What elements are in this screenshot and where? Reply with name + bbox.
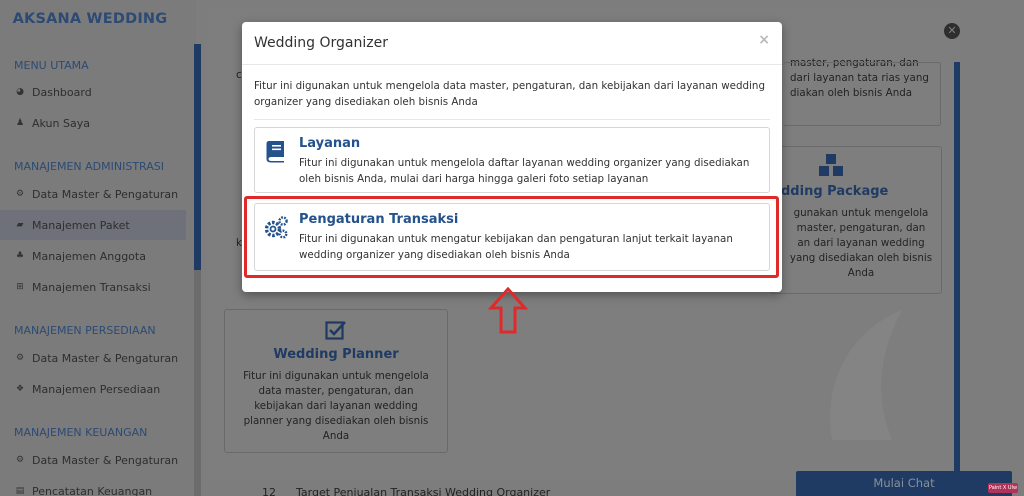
- bg-card-top-right[interactable]: [783, 62, 941, 126]
- sidebar-item-manajemen-paket[interactable]: ▰ Manajemen Paket: [0, 210, 186, 240]
- option-title: Layanan: [299, 136, 361, 151]
- sidebar-item-data-master-keuangan[interactable]: ⚙ Data Master & Pengaturan: [0, 445, 186, 475]
- sidebar-item-label: Pencatatan Keuangan: [32, 484, 153, 496]
- close-icon[interactable]: ✕: [944, 23, 960, 39]
- section-title-persediaan: MANAJEMEN PERSEDIAAN: [14, 324, 156, 337]
- sidebar-item-manajemen-transaksi[interactable]: ⊞ Manajemen Transaksi: [0, 272, 186, 302]
- modal-close-button[interactable]: ×: [758, 32, 770, 48]
- dashboard-icon: ◕: [16, 87, 24, 97]
- option-layanan[interactable]: Layanan Fitur ini digunakan untuk mengel…: [254, 127, 770, 193]
- cogs-icon: ⚙: [15, 353, 25, 363]
- sidebar-divider: [194, 44, 201, 270]
- book-icon: [266, 141, 284, 163]
- table-row-text: Target Penjualan Transaksi Wedding Organ…: [296, 486, 551, 496]
- sidebar-item-label: Data Master & Pengaturan: [32, 453, 179, 467]
- wedding-planner-card[interactable]: Wedding Planner Fitur ini digunakan untu…: [224, 309, 448, 453]
- cubes-icon: [819, 154, 843, 176]
- table-row-number: 12: [262, 486, 276, 496]
- section-title-keuangan: MANAJEMEN KEUANGAN: [14, 426, 148, 439]
- sidebar-item-label: Manajemen Paket: [32, 218, 130, 232]
- cart-icon: ⊞: [16, 282, 24, 292]
- sidebar-item-data-master[interactable]: ⚙ Data Master & Pengaturan: [0, 179, 186, 209]
- sidebar-item-manajemen-persediaan[interactable]: ❖ Manajemen Persediaan: [0, 374, 186, 404]
- mulai-chat-button[interactable]: Mulai Chat: [796, 471, 1012, 496]
- card-title: Wedding Planner: [273, 347, 399, 362]
- checklist-icon: [325, 321, 346, 340]
- sidebar-item-akun-saya[interactable]: ♟ Akun Saya: [0, 108, 186, 138]
- sidebar: AKSANA WEDDING MENU UTAMA ◕ Dashboard ♟ …: [0, 0, 196, 496]
- sidebar-item-label: Manajemen Persediaan: [32, 382, 161, 396]
- watermark-graphic: [830, 310, 902, 440]
- card-desc: gunakan untuk mengelola master, pengatur…: [789, 207, 933, 279]
- modal-title: Wedding Organizer: [254, 35, 388, 51]
- extension-tag[interactable]: Paint X Ulw: [988, 483, 1018, 493]
- card-title: dding Package: [781, 184, 889, 199]
- sidebar-item-label: Dashboard: [32, 85, 92, 99]
- option-desc: Fitur ini digunakan untuk mengelola daft…: [299, 157, 750, 185]
- sidebar-item-data-master-persediaan[interactable]: ⚙ Data Master & Pengaturan: [0, 343, 186, 373]
- card-desc: Fitur ini digunakan untuk mengelola data…: [243, 370, 429, 442]
- section-title-administrasi: MANAJEMEN ADMINISTRASI: [14, 160, 164, 173]
- sidebar-item-label: Data Master & Pengaturan: [32, 351, 179, 365]
- sidebar-item-label: Manajemen Anggota: [32, 249, 146, 263]
- sidebar-item-dashboard[interactable]: ◕ Dashboard: [0, 77, 186, 107]
- ledger-icon: ▤: [15, 486, 25, 496]
- brand-title: AKSANA WEDDING: [12, 11, 168, 27]
- content-scroll-strip: [954, 62, 960, 472]
- modal-intro: Fitur ini digunakan untuk mengelola data…: [254, 80, 765, 108]
- cogs-icon: ⚙: [15, 189, 25, 199]
- wedding-package-card[interactable]: dding Package gunakan untuk mengelola ma…: [770, 146, 942, 294]
- section-title-menu-utama: MENU UTAMA: [14, 59, 89, 72]
- users-icon: ♣: [15, 251, 25, 261]
- sidebar-item-manajemen-anggota[interactable]: ♣ Manajemen Anggota: [0, 241, 186, 271]
- highlight-box: [244, 196, 779, 278]
- cogs-icon: ⚙: [15, 455, 25, 465]
- arrow-up-icon: [488, 287, 528, 334]
- sidebar-divider-lower: [194, 270, 201, 496]
- sidebar-item-label: Manajemen Transaksi: [32, 280, 151, 294]
- book-icon: ▰: [16, 220, 24, 230]
- user-icon: ♟: [15, 118, 25, 128]
- sidebar-item-pencatatan-keuangan[interactable]: ▤ Pencatatan Keuangan: [0, 476, 186, 496]
- sidebar-item-label: Data Master & Pengaturan: [32, 187, 179, 201]
- modal-divider: [254, 119, 770, 120]
- cubes-icon: ❖: [15, 384, 25, 394]
- bg-edge-letter: c: [236, 69, 242, 81]
- modal-header: Wedding Organizer ×: [242, 22, 782, 65]
- sidebar-item-label: Akun Saya: [32, 116, 90, 130]
